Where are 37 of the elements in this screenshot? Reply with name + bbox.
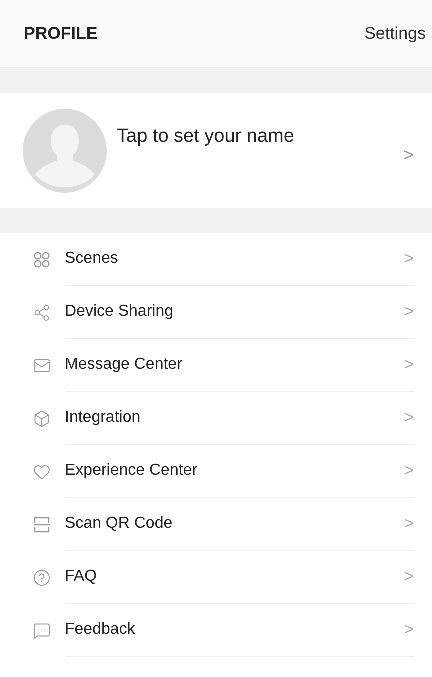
chevron-icon: > [404, 246, 414, 272]
menu-item[interactable]: Scenes > [0, 233, 432, 286]
menu-item[interactable]: Experience Center > [0, 445, 432, 498]
menu-label: Message Center [65, 355, 184, 375]
menu-label: Feedback [65, 620, 136, 640]
menu-item[interactable]: Integration > [0, 392, 432, 445]
heart-icon [33, 462, 51, 480]
chevron-icon: > [403, 142, 414, 169]
settings-link[interactable]: Settings [364, 20, 426, 46]
chevron-icon: > [404, 511, 414, 537]
scan-icon [33, 516, 51, 534]
page-title: PROFILE [24, 22, 98, 45]
menu-label: FAQ [65, 567, 98, 587]
chevron-icon: > [404, 458, 414, 484]
menu-item[interactable]: Scan QR Code > [0, 498, 432, 551]
profile-row[interactable]: Tap to set your name > [0, 93, 432, 208]
chevron-icon: > [404, 352, 414, 378]
chevron-icon: > [404, 405, 414, 431]
menu-label: Scenes [65, 249, 120, 269]
menu-item[interactable]: Message Center > [0, 339, 432, 392]
help-icon [33, 568, 51, 586]
menu-item[interactable]: Feedback > [0, 604, 432, 657]
chevron-icon: > [404, 299, 414, 325]
menu-item[interactable]: Device Sharing > [0, 286, 432, 339]
chevron-icon: > [404, 564, 414, 590]
menu-label: Device Sharing [65, 302, 174, 322]
envelope-icon [33, 356, 51, 374]
cube-icon [33, 410, 51, 428]
share-icon [33, 304, 51, 322]
menu-label: Scan QR Code [65, 514, 174, 534]
menu-item[interactable]: FAQ > [0, 551, 432, 604]
name-prompt: Tap to set your name [117, 125, 296, 149]
menu-label: Experience Center [65, 461, 199, 481]
four-circles-icon [33, 250, 51, 268]
chat-bubble-icon [33, 622, 51, 640]
menu-label: Integration [65, 408, 142, 428]
chevron-icon: > [404, 617, 414, 643]
